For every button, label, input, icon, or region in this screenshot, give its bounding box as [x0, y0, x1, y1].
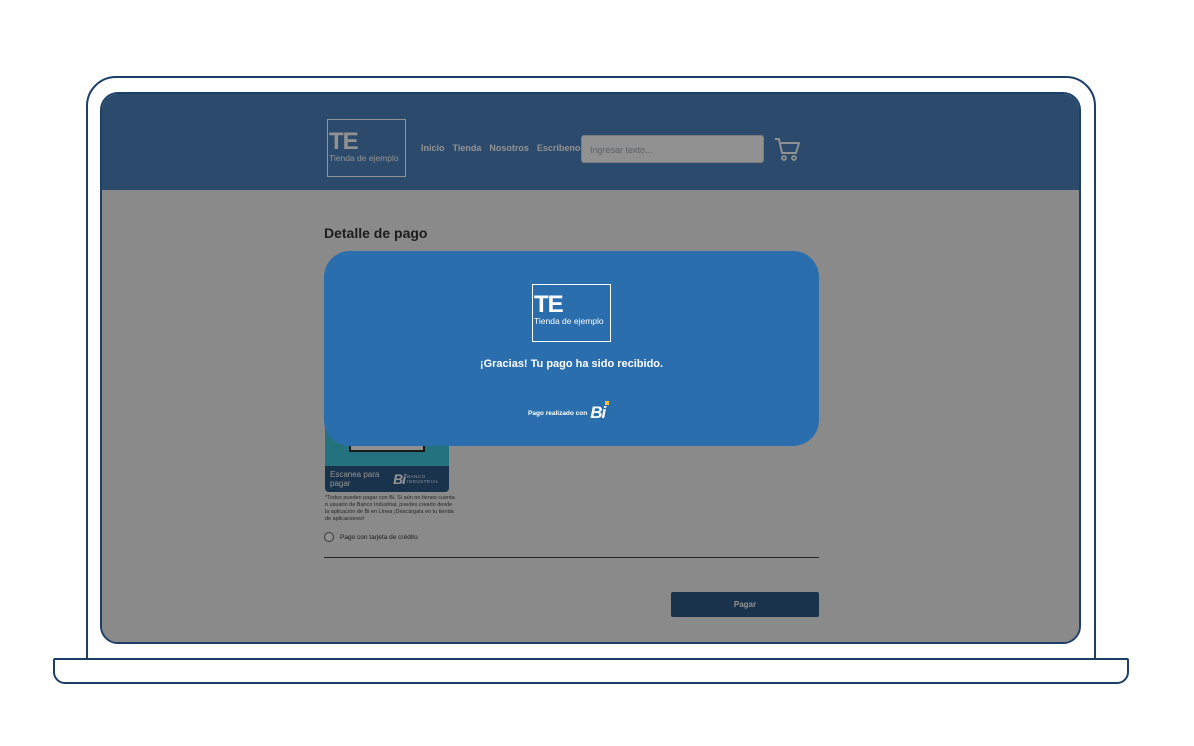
- bi-logo-accent: [605, 401, 610, 405]
- payment-success-modal: TE Tienda de ejemplo ¡Gracias! Tu pago h…: [324, 251, 819, 446]
- laptop-base: [53, 658, 1129, 684]
- payment-provider: Pago realizado con Bi: [528, 401, 610, 423]
- success-message: ¡Gracias! Tu pago ha sido recibido.: [479, 358, 664, 370]
- bi-logo-text: Bi: [590, 403, 606, 422]
- modal-logo-initials: TE: [534, 291, 564, 318]
- modal-store-logo: TE Tienda de ejemplo: [532, 284, 611, 342]
- provider-label: Pago realizado con: [528, 409, 588, 417]
- modal-logo-store-name: Tienda de ejemplo: [534, 316, 604, 326]
- browser-screen: TE Tienda de ejemplo Inicio Tienda Nosot…: [100, 92, 1081, 644]
- bi-logo-icon: Bi: [590, 401, 610, 423]
